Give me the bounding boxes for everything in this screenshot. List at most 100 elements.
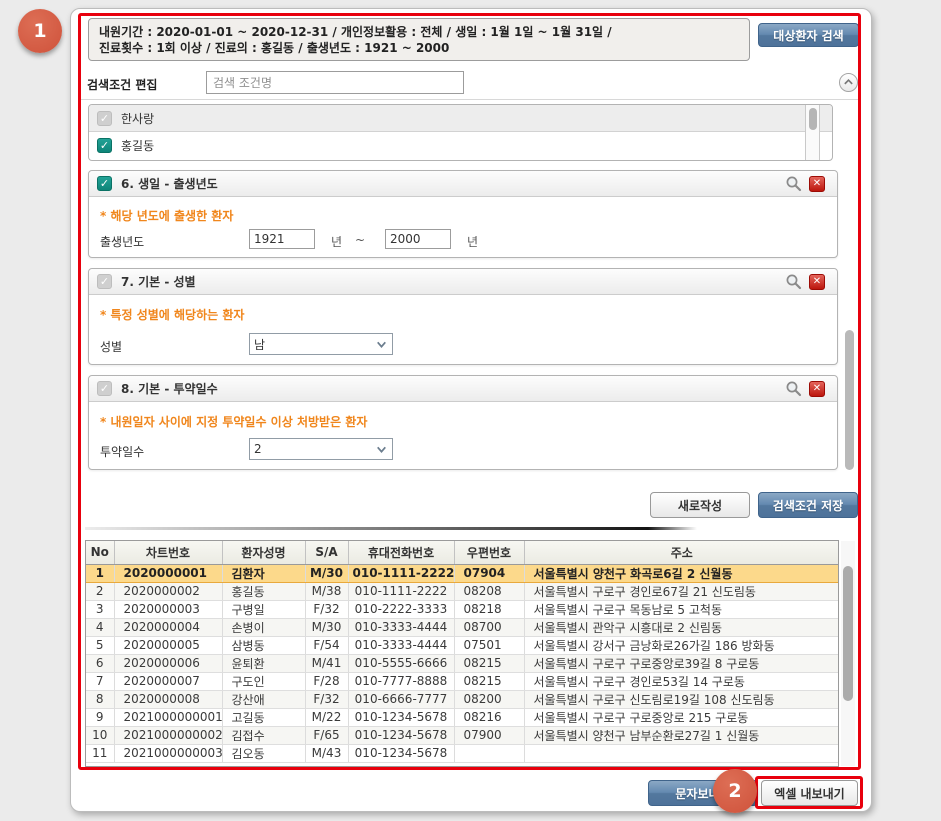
list-item[interactable]: ✓ 홍길동 <box>89 132 832 159</box>
delete-section-icon[interactable]: ✕ <box>809 176 825 192</box>
collapse-panel-button[interactable] <box>839 73 858 92</box>
table-row[interactable]: 12020000001김환자M/30010-1111-222207904서울특별… <box>86 564 839 582</box>
new-condition-button[interactable]: 새로작성 <box>650 492 750 518</box>
table-cell: 08218 <box>454 600 524 618</box>
table-cell: 김환자 <box>222 564 305 582</box>
table-cell: M/38 <box>305 582 348 600</box>
section-header: ✓ 6. 생일 - 출생년도 ✕ <box>89 171 837 197</box>
scrollbar-thumb[interactable] <box>845 330 854 470</box>
section-title: 6. 생일 - 출생년도 <box>121 175 218 192</box>
table-row[interactable]: 82020000008강산애F/32010-6666-777708200서울특별… <box>86 690 839 708</box>
results-table-scrollbar[interactable] <box>841 541 855 766</box>
save-condition-button[interactable]: 검색조건 저장 <box>758 492 858 518</box>
column-header[interactable]: 환자성명 <box>222 541 305 564</box>
gender-label: 성별 <box>100 338 122 355</box>
table-cell: 08200 <box>454 690 524 708</box>
list-item[interactable]: ✓ 한사랑 <box>89 105 832 132</box>
checkbox-checked-disabled-icon[interactable]: ✓ <box>97 111 112 126</box>
checkbox-checked-icon[interactable]: ✓ <box>97 138 112 153</box>
table-cell: 010-1111-2222 <box>348 582 454 600</box>
gender-select[interactable]: 남 <box>249 333 393 355</box>
medication-days-select[interactable]: 2 <box>249 438 393 460</box>
criteria-section-birth-year: ✓ 6. 생일 - 출생년도 ✕ * 해당 년도에 출생한 환자 출생년도 년 … <box>88 170 838 258</box>
table-row[interactable]: 62020000006윤퇴환M/41010-5555-666608215서울특별… <box>86 654 839 672</box>
birth-year-to-input[interactable] <box>385 229 451 249</box>
table-cell: 서울특별시 구로구 경인로67길 21 신도림동 <box>524 582 839 600</box>
table-row[interactable]: 42020000004손병이M/30010-3333-444408700서울특별… <box>86 618 839 636</box>
table-cell: 윤퇴환 <box>222 654 305 672</box>
table-cell: 김접수 <box>222 726 305 744</box>
table-cell: 010-3333-4444 <box>348 618 454 636</box>
birth-year-from-input[interactable] <box>249 229 315 249</box>
table-cell: 11 <box>86 744 114 762</box>
table-cell: 3 <box>86 600 114 618</box>
table-cell <box>454 744 524 762</box>
table-cell: 손병이 <box>222 618 305 636</box>
table-row[interactable]: 72020000007구도인F/28010-7777-888808215서울특별… <box>86 672 839 690</box>
table-cell: 홍길동 <box>222 582 305 600</box>
table-cell: 010-7777-8888 <box>348 672 454 690</box>
column-header[interactable]: 차트번호 <box>114 541 222 564</box>
scrollbar-thumb[interactable] <box>843 566 853 701</box>
table-cell: 7 <box>86 672 114 690</box>
table-row[interactable]: 102021000000002김접수F/65010-1234-567807900… <box>86 726 839 744</box>
table-cell: 010-1234-5678 <box>348 726 454 744</box>
table-cell: 서울특별시 양천구 화곡로6길 2 신월동 <box>524 564 839 582</box>
excel-export-button[interactable]: 엑셀 내보내기 <box>761 780 858 806</box>
table-cell: M/41 <box>305 654 348 672</box>
year-unit-label: 년 <box>467 233 478 250</box>
column-header[interactable]: 우편번호 <box>454 541 524 564</box>
checkbox-checked-icon[interactable]: ✓ <box>97 176 112 191</box>
table-row[interactable]: 92021000000001고길동M/22010-1234-567808216서… <box>86 708 839 726</box>
table-row[interactable]: 112021000000003김오동M/43010-1234-5678 <box>86 744 839 762</box>
section-header: ✓ 8. 기본 - 투약일수 ✕ <box>89 376 837 402</box>
table-cell: 서울특별시 구로구 경인로53길 14 구로동 <box>524 672 839 690</box>
table-cell: M/43 <box>305 744 348 762</box>
table-row[interactable]: 32020000003구병일F/32010-2222-333308218서울특별… <box>86 600 839 618</box>
annotation-step-badge-1: 1 <box>18 9 62 53</box>
search-icon[interactable] <box>785 175 802 192</box>
table-cell <box>524 744 839 762</box>
results-table: No 차트번호 환자성명 S/A 휴대전화번호 우편번호 주소 1 2020000… <box>85 540 839 767</box>
table-cell: 2020000006 <box>114 654 222 672</box>
column-header[interactable]: No <box>86 541 114 564</box>
target-patient-search-button[interactable]: 대상환자 검색 <box>758 23 859 47</box>
table-cell: 07904 <box>454 564 524 582</box>
summary-line-2: 진료횟수 : 1회 이상 / 진료의 : 홍길동 / 출생년도 : 1921 ~… <box>99 40 739 56</box>
table-cell: 서울특별시 구로구 구로중앙로39길 8 구로동 <box>524 654 839 672</box>
criteria-panel-scrollbar[interactable] <box>844 104 855 477</box>
table-cell: 10 <box>86 726 114 744</box>
doctor-label: 홍길동 <box>121 137 154 154</box>
search-icon[interactable] <box>785 380 802 397</box>
condition-name-input[interactable] <box>206 71 464 94</box>
table-cell: 07501 <box>454 636 524 654</box>
table-cell: 4 <box>86 618 114 636</box>
delete-section-icon[interactable]: ✕ <box>809 274 825 290</box>
column-header[interactable]: S/A <box>305 541 348 564</box>
table-cell: 9 <box>86 708 114 726</box>
column-header[interactable]: 주소 <box>524 541 839 564</box>
table-row[interactable]: 22020000002홍길동M/38010-1111-222208208서울특별… <box>86 582 839 600</box>
send-sms-button[interactable]: 문자보내기 <box>648 780 758 806</box>
doctor-list-scrollbar[interactable] <box>805 105 820 160</box>
search-icon[interactable] <box>785 273 802 290</box>
scrollbar-thumb[interactable] <box>809 108 817 130</box>
doctor-label: 한사랑 <box>121 110 154 127</box>
checkbox-checked-disabled-icon[interactable]: ✓ <box>97 381 112 396</box>
table-cell: 김오동 <box>222 744 305 762</box>
table-cell: 구도인 <box>222 672 305 690</box>
chevron-down-icon <box>375 443 388 456</box>
medication-days-select-value: 2 <box>254 442 262 456</box>
medication-days-label: 투약일수 <box>100 443 144 460</box>
table-cell: 고길동 <box>222 708 305 726</box>
checkbox-checked-disabled-icon[interactable]: ✓ <box>97 274 112 289</box>
column-header[interactable]: 휴대전화번호 <box>348 541 454 564</box>
table-cell: 서울특별시 구로구 신도림로19길 108 신도림동 <box>524 690 839 708</box>
table-cell: 1 <box>86 564 114 582</box>
table-cell: M/30 <box>305 564 348 582</box>
section-description: * 내원일자 사이에 지정 투약일수 이상 처방받은 환자 <box>100 413 367 430</box>
table-cell: F/54 <box>305 636 348 654</box>
table-row[interactable]: 52020000005삼병동F/54010-3333-444407501서울특별… <box>86 636 839 654</box>
delete-section-icon[interactable]: ✕ <box>809 381 825 397</box>
chevron-down-icon <box>375 338 388 351</box>
